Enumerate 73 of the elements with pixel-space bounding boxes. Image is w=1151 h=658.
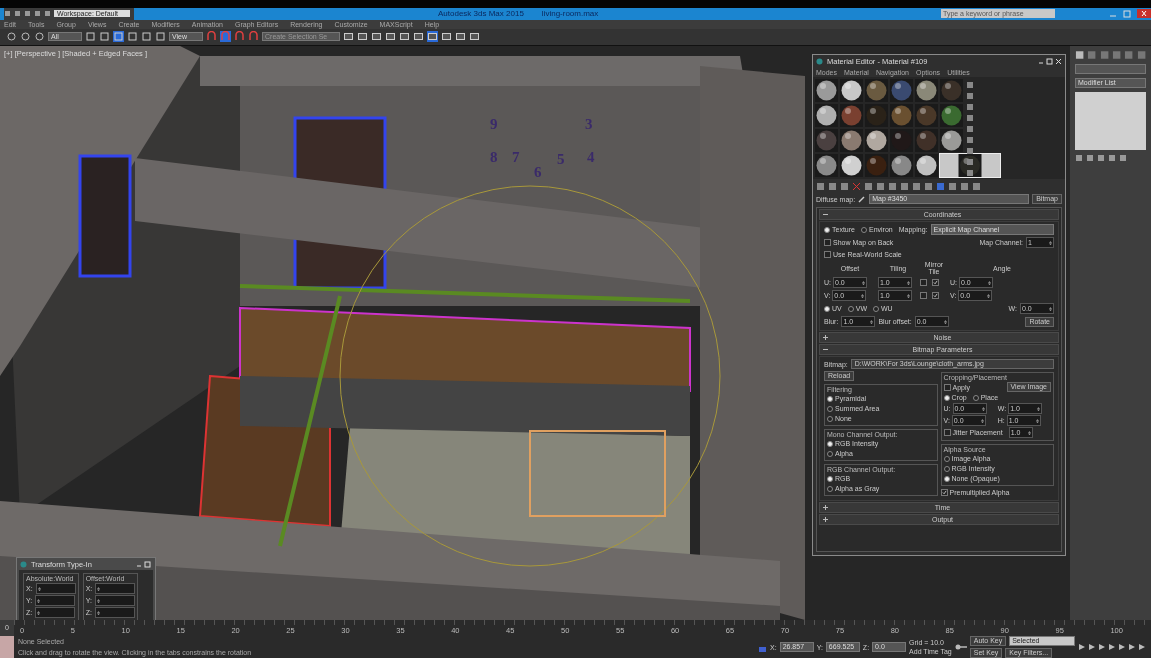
number-field[interactable] (94, 595, 135, 606)
minus-icon (823, 212, 828, 217)
snap-icon[interactable] (206, 31, 217, 43)
spinner-arrows-icon[interactable] (861, 292, 865, 299)
radio-button[interactable] (972, 394, 979, 401)
number-field[interactable] (35, 607, 76, 618)
checkbox[interactable] (920, 292, 927, 299)
radio-button[interactable] (827, 440, 833, 447)
number-field[interactable] (95, 583, 136, 594)
checkbox[interactable] (940, 489, 948, 496)
radio-button[interactable] (847, 305, 854, 312)
plus-icon (823, 505, 828, 510)
spinner-arrows-icon[interactable] (1037, 405, 1041, 412)
checkbox[interactable] (920, 279, 927, 286)
radio-button[interactable] (827, 415, 833, 422)
app-logo-icon (20, 560, 27, 568)
radio-button[interactable] (943, 465, 950, 472)
app-logo-icon (816, 57, 823, 65)
number-field[interactable] (35, 583, 76, 594)
delete-icon[interactable] (852, 182, 861, 191)
spinner-arrows-icon[interactable] (907, 279, 910, 286)
radio-button[interactable] (943, 475, 950, 482)
number-field[interactable] (94, 607, 135, 618)
spinner-snap-icon[interactable] (248, 31, 259, 43)
radio-button[interactable] (827, 485, 833, 492)
spinner-arrows-icon[interactable] (1049, 239, 1052, 246)
radio-button[interactable] (943, 455, 950, 462)
radio-button[interactable] (827, 405, 833, 412)
file-name: living-room.max (541, 9, 599, 19)
checkbox[interactable] (932, 292, 939, 299)
spinner-arrows-icon[interactable] (37, 597, 41, 604)
spinner-arrows-icon[interactable] (96, 609, 100, 616)
minus-icon (823, 347, 828, 352)
spinner-arrows-icon[interactable] (943, 318, 947, 325)
object-name-field[interactable] (1075, 64, 1146, 74)
checkbox[interactable] (824, 239, 831, 246)
percent-snap-icon[interactable] (234, 31, 245, 43)
spinner-arrows-icon[interactable] (988, 279, 991, 286)
radio-button[interactable] (827, 395, 833, 402)
key-icon[interactable] (954, 643, 967, 651)
spinner-arrows-icon[interactable] (870, 318, 874, 325)
number-field[interactable] (35, 595, 76, 606)
spinner-arrows-icon[interactable] (980, 417, 984, 424)
angle-snap-icon[interactable] (220, 31, 231, 43)
window-controls-icon[interactable] (136, 560, 152, 568)
spinner-arrows-icon[interactable] (1035, 417, 1039, 424)
eyedropper-icon[interactable] (858, 195, 867, 203)
spinner-arrows-icon[interactable] (37, 609, 41, 616)
checkbox[interactable] (943, 429, 951, 436)
spinner-arrows-icon[interactable] (97, 585, 101, 592)
plus-icon (823, 517, 828, 522)
radio-button[interactable] (860, 226, 867, 233)
checkbox[interactable] (932, 279, 939, 286)
spinner-arrows-icon[interactable] (96, 597, 100, 604)
radio-button[interactable] (824, 305, 830, 312)
radio-button[interactable] (827, 475, 833, 482)
spinner-arrows-icon[interactable] (907, 292, 910, 299)
window-controls-icon[interactable] (1038, 57, 1062, 65)
close-icon[interactable] (1137, 9, 1151, 19)
spinner-arrows-icon[interactable] (981, 405, 985, 412)
radio-button[interactable] (943, 394, 950, 401)
plus-icon (823, 335, 828, 340)
spinner-arrows-icon[interactable] (37, 585, 41, 592)
spinner-arrows-icon[interactable] (862, 279, 865, 286)
checkbox[interactable] (943, 383, 951, 391)
window-title: Autodesk 3ds Max 2015 (438, 9, 524, 19)
spinner-arrows-icon[interactable] (1049, 305, 1052, 312)
checkbox[interactable] (824, 251, 831, 258)
radio-button[interactable] (873, 305, 879, 312)
radio-button[interactable] (827, 450, 833, 457)
radio-button[interactable] (824, 226, 830, 233)
spinner-arrows-icon[interactable] (987, 292, 991, 299)
spinner-arrows-icon[interactable] (1027, 429, 1031, 436)
